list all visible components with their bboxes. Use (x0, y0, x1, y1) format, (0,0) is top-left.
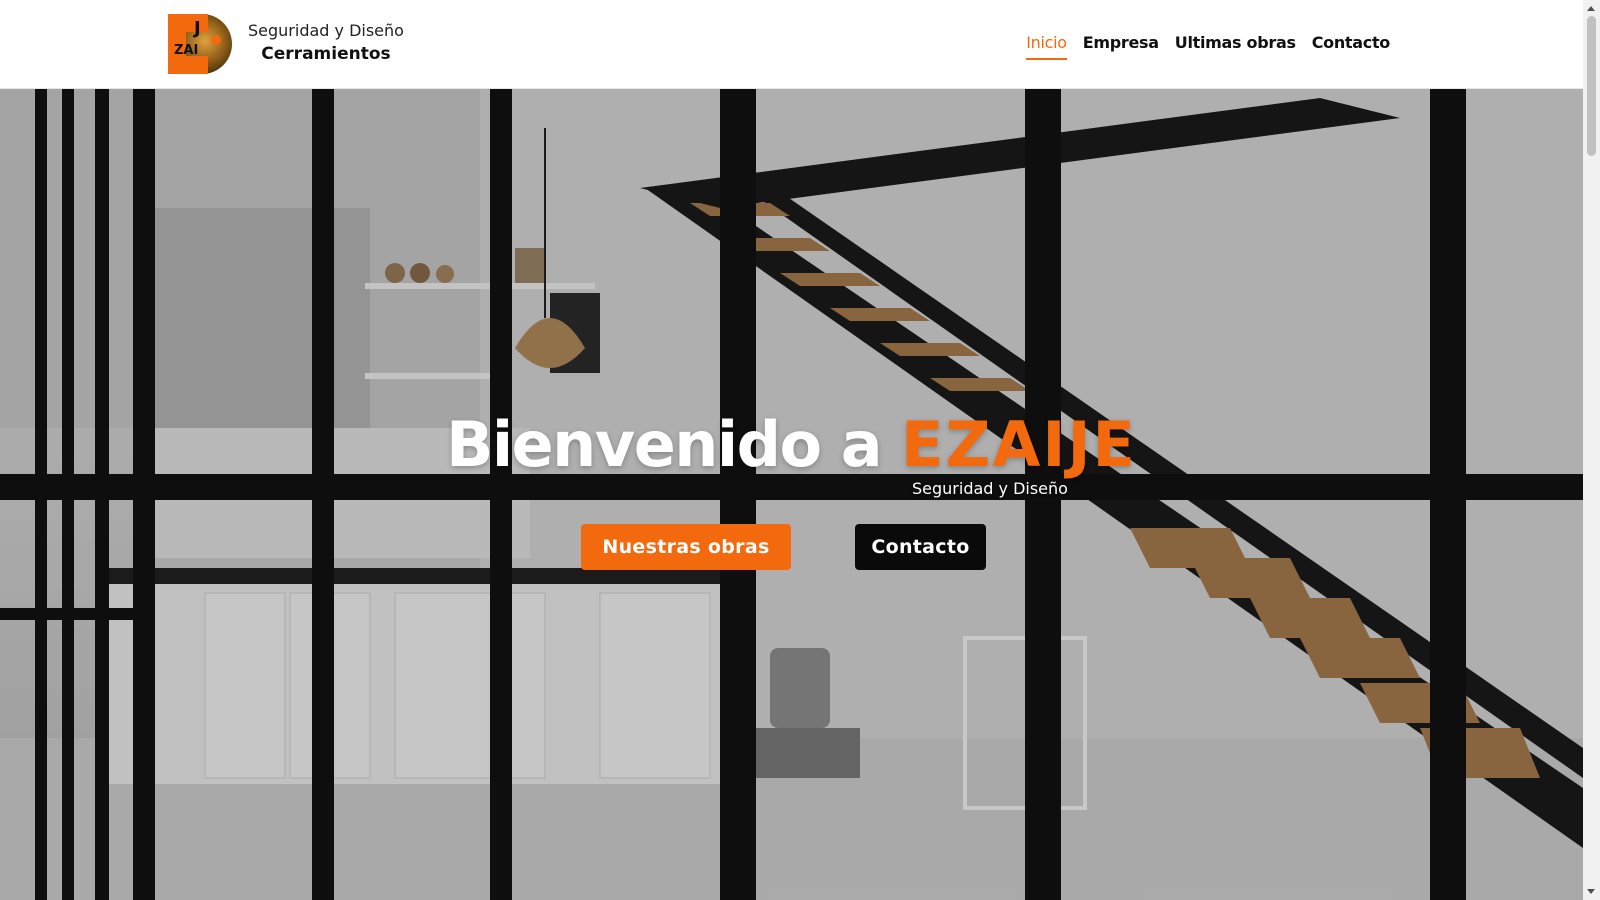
main-nav: Inicio Empresa Ultimas obras Contacto (1026, 30, 1391, 60)
site-header: ZAI J Seguridad y Diseño Cerramientos In… (0, 0, 1583, 89)
nav-ultimas-obras[interactable]: Ultimas obras (1175, 30, 1296, 56)
hero-subtitle: Seguridad y Diseño (912, 479, 1068, 498)
page-scrollbar[interactable] (1583, 0, 1600, 900)
scroll-up-icon[interactable] (1587, 6, 1595, 11)
hero-overlay (0, 88, 1583, 900)
hero-section: Bienvenido a EZAIJE Seguridad y Diseño N… (0, 88, 1583, 900)
brand-subtitle: Cerramientos (261, 44, 391, 64)
hero-title-brand: EZAIJE (901, 408, 1137, 481)
contacto-button[interactable]: Contacto (855, 524, 986, 570)
ezaije-logo[interactable]: ZAI J (168, 12, 232, 76)
nuestras-obras-button[interactable]: Nuestras obras (581, 524, 791, 570)
nav-empresa[interactable]: Empresa (1083, 30, 1159, 56)
brand-tagline: Seguridad y Diseño (248, 21, 404, 40)
scroll-down-icon[interactable] (1587, 889, 1595, 894)
scroll-thumb[interactable] (1587, 16, 1596, 156)
hero-title-prefix: Bienvenido a (446, 408, 902, 481)
nav-inicio[interactable]: Inicio (1026, 30, 1067, 60)
svg-text:ZAI: ZAI (174, 43, 198, 58)
brand-name[interactable]: Seguridad y Diseño Cerramientos (248, 20, 404, 66)
nav-contacto[interactable]: Contacto (1312, 30, 1391, 56)
svg-text:J: J (192, 18, 201, 39)
hero-title: Bienvenido a EZAIJE (0, 408, 1583, 481)
